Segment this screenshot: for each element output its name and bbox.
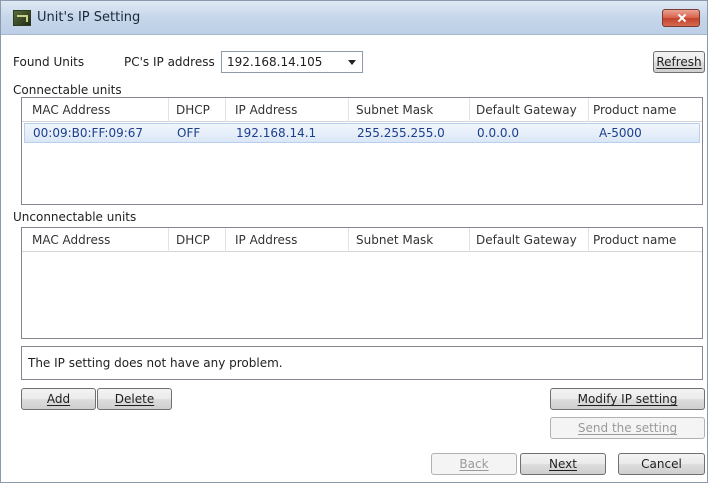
pc-ip-value: 192.168.14.105 xyxy=(227,55,323,69)
app-icon xyxy=(13,10,31,26)
send-setting-button[interactable]: Send the setting xyxy=(550,417,705,439)
unconnectable-units-label: Unconnectable units xyxy=(13,210,137,224)
column-header[interactable]: Default Gateway xyxy=(476,103,577,117)
column-header[interactable]: IP Address xyxy=(235,103,297,117)
delete-button[interactable]: Delete xyxy=(97,388,172,410)
window-title: Unit's IP Setting xyxy=(37,10,141,25)
found-units-label: Found Units xyxy=(13,55,85,69)
cell-gateway: 0.0.0.0 xyxy=(477,126,519,140)
add-button[interactable]: Add xyxy=(21,388,96,410)
column-header[interactable]: Subnet Mask xyxy=(356,103,433,117)
cell-dhcp: OFF xyxy=(177,126,201,140)
table-row[interactable]: 00:09:B0:FF:09:67 OFF 192.168.14.1 255.2… xyxy=(24,123,700,143)
cancel-button[interactable]: Cancel xyxy=(618,453,705,475)
column-header[interactable]: MAC Address xyxy=(32,233,110,247)
unconnectable-units-table[interactable]: MAC Address DHCP IP Address Subnet Mask … xyxy=(21,227,703,339)
cell-ip: 192.168.14.1 xyxy=(236,126,317,140)
close-button[interactable] xyxy=(662,9,700,27)
status-message: The IP setting does not have any problem… xyxy=(28,356,283,370)
column-header[interactable]: Subnet Mask xyxy=(356,233,433,247)
column-header[interactable]: Product name xyxy=(593,233,676,247)
status-box: The IP setting does not have any problem… xyxy=(21,346,703,380)
cell-subnet: 255.255.255.0 xyxy=(357,126,445,140)
pc-ip-select[interactable]: 192.168.14.105 xyxy=(221,51,363,73)
ip-setting-window: Unit's IP Setting Found Units PC's IP ad… xyxy=(0,0,708,483)
back-button[interactable]: Back xyxy=(431,453,517,475)
column-header[interactable]: DHCP xyxy=(176,233,210,247)
chevron-down-icon xyxy=(348,60,356,65)
column-header[interactable]: DHCP xyxy=(176,103,210,117)
modify-ip-setting-button[interactable]: Modify IP setting xyxy=(550,388,705,410)
pc-ip-label: PC's IP address xyxy=(124,55,215,69)
table-header: MAC Address DHCP IP Address Subnet Mask … xyxy=(22,98,702,122)
column-header[interactable]: Product name xyxy=(593,103,676,117)
column-header[interactable]: IP Address xyxy=(235,233,297,247)
table-header: MAC Address DHCP IP Address Subnet Mask … xyxy=(22,228,702,252)
column-header[interactable]: MAC Address xyxy=(32,103,110,117)
column-header[interactable]: Default Gateway xyxy=(476,233,577,247)
connectable-units-table[interactable]: MAC Address DHCP IP Address Subnet Mask … xyxy=(21,97,703,205)
cell-product: A-5000 xyxy=(599,126,642,140)
connectable-units-label: Connectable units xyxy=(13,83,122,97)
next-button[interactable]: Next xyxy=(520,453,606,475)
cell-mac: 00:09:B0:FF:09:67 xyxy=(33,126,144,140)
title-bar: Unit's IP Setting xyxy=(1,1,707,35)
refresh-button[interactable]: Refresh xyxy=(653,51,705,73)
